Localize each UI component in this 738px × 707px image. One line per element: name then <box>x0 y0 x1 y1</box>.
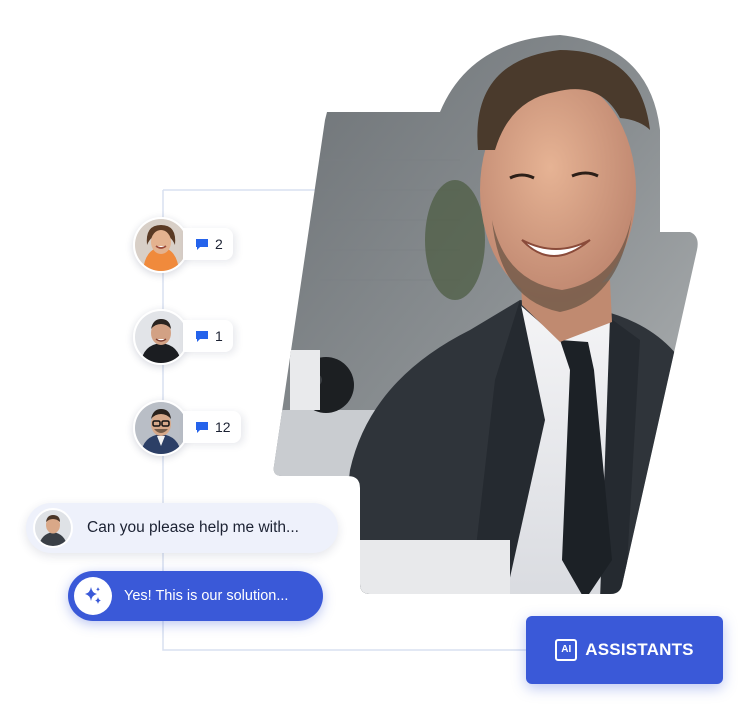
ai-reply-text: Yes! This is our solution... <box>124 588 289 604</box>
man-avatar-2 <box>133 400 189 456</box>
ai-reply-bubble: Yes! This is our solution... <box>68 571 323 621</box>
assistants-button[interactable]: AI ASSISTANTS <box>526 616 723 684</box>
comment-icon <box>195 330 209 343</box>
user-avatar <box>33 508 73 548</box>
ai-badge-icon: AI <box>555 639 578 661</box>
comment-icon <box>195 238 209 251</box>
comment-count: 1 <box>215 328 223 344</box>
man-avatar-1 <box>133 309 189 365</box>
comment-count-pill[interactable]: 2 <box>183 228 233 260</box>
woman-avatar <box>133 217 189 273</box>
comment-count-pill[interactable]: 1 <box>183 320 233 352</box>
comment-count: 2 <box>215 236 223 252</box>
user-message-bubble: Can you please help me with... <box>26 503 338 553</box>
comment-icon <box>195 421 209 434</box>
comment-count-pill[interactable]: 12 <box>183 411 241 443</box>
user-message-text: Can you please help me with... <box>87 519 299 536</box>
comment-count: 12 <box>215 419 231 435</box>
sparkle-icon <box>74 577 112 615</box>
assistants-button-label: ASSISTANTS <box>585 640 694 659</box>
